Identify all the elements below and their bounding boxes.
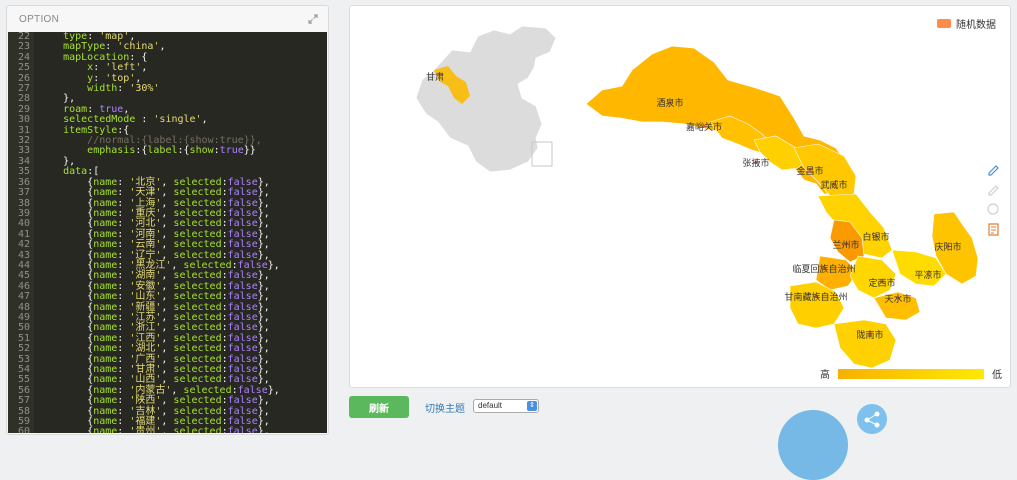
gansu-map[interactable] [585,45,979,369]
range-high-label: 高 [820,370,830,381]
line-number: 37 [17,187,30,199]
share-icon[interactable] [857,404,887,434]
line-number: 60 [17,426,30,433]
city-label: 武威市 [820,179,847,190]
code-content[interactable]: type: 'map', mapType: 'china', mapLocati… [39,32,327,433]
region-longnan[interactable] [833,319,897,369]
mark-undo-icon[interactable] [986,182,1000,196]
select-arrow-icon: ⇕ [527,401,537,411]
data-view-icon[interactable] [986,222,1000,236]
line-number: 42 [17,239,30,251]
city-label: 定西市 [868,277,895,288]
city-label: 张掖市 [742,157,769,168]
code-line: emphasis:{label:{show:true}} [87,145,256,157]
option-panel-title: OPTION [19,13,60,25]
city-label: 甘南藏族自治州 [784,291,847,302]
city-label: 嘉峪关市 [686,121,722,132]
theme-value: default [478,401,503,410]
city-label: 金昌市 [796,165,823,176]
code-line: width: '30%' [87,83,160,95]
clear-icon[interactable] [986,202,1000,216]
city-label: 兰州市 [832,239,859,250]
range-low-label: 低 [992,370,1002,381]
toolbox [986,162,1000,236]
city-label: 酒泉市 [656,97,683,108]
option-panel: OPTION 22 23 24 25 26 27 28 29 30 31 32 33 34 35 36 37 3… [6,5,329,435]
city-label: 白银市 [862,231,889,242]
city-label: 平凉市 [914,269,941,280]
region-dingxi[interactable] [849,255,897,299]
mark-tool-icon[interactable] [986,162,1000,176]
theme-select[interactable]: default ⇕ [473,399,539,413]
decorative-bubble [778,410,848,480]
legend-label: 随机数据 [956,20,996,31]
map-chart[interactable]: 甘肃 酒泉市嘉峪关市张掖市金昌市武威市白银市兰州市 庆阳市临夏回族自治州平凉市定西… [350,6,1011,388]
code-editor[interactable]: 22 23 24 25 26 27 28 29 30 31 32 33 34 35 36 37 38 39 40 41… [8,32,327,433]
legend[interactable]: 随机数据 [937,16,996,31]
city-label: 临夏回族自治州 [792,263,855,274]
line-number: 47 [17,291,30,303]
legend-swatch [937,19,951,28]
city-label: 庆阳市 [934,241,961,252]
expand-icon[interactable] [306,12,320,26]
data-range[interactable]: 高 低 [820,366,1002,381]
city-label: 天水市 [884,293,911,304]
theme-label: 切换主题 [425,404,465,415]
range-bar[interactable] [838,368,984,379]
line-number-gutter: 22 23 24 25 26 27 28 29 30 31 32 33 34 35 36 37 38 39 40 41… [8,32,34,433]
china-overview-map[interactable] [415,25,557,173]
code-line: {name: '贵州', selected:false}, [39,426,270,433]
map-panel: 甘肃 酒泉市嘉峪关市张掖市金昌市武威市白银市 兰州市 庆阳市临夏回族自治州平凉市定西… [349,5,1011,388]
option-panel-header: OPTION [7,6,328,32]
refresh-button[interactable]: 刷新 [349,396,409,418]
china-map-label: 甘肃 [426,71,444,82]
city-label: 陇南市 [856,329,883,340]
